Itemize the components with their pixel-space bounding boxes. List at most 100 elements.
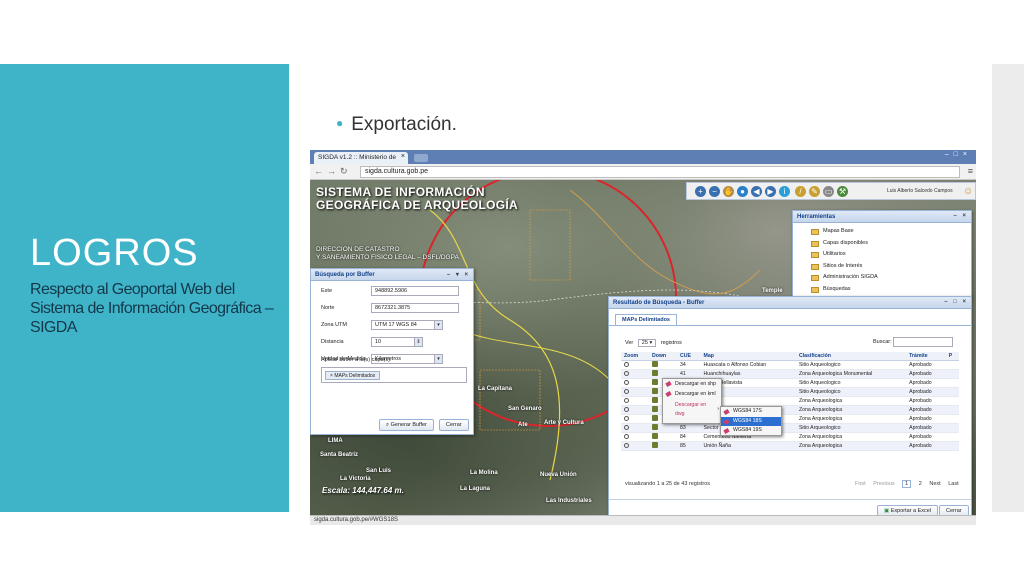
capa-tag[interactable]: × MAPs Delimitados xyxy=(325,371,381,380)
window-controls[interactable]: – □ × xyxy=(944,299,968,305)
pager-page-2[interactable]: 2 xyxy=(919,481,922,487)
user-avatar-icon[interactable]: ☺ xyxy=(963,186,973,197)
measure-icon[interactable]: / xyxy=(795,186,806,197)
pager-first[interactable]: First xyxy=(855,481,866,487)
col-down[interactable]: Down xyxy=(648,352,677,361)
distancia-stepper[interactable]: 10 ⇕ xyxy=(371,337,423,347)
pager-last[interactable]: Last xyxy=(948,481,958,487)
download-icon[interactable] xyxy=(651,424,658,430)
page-size-select[interactable]: 25 ▾ xyxy=(637,339,657,347)
slide-title: LOGROS xyxy=(30,232,199,274)
close-tab-icon[interactable]: × xyxy=(401,153,405,160)
zoom-icon[interactable] xyxy=(624,406,629,412)
chevron-down-icon[interactable]: ▾ xyxy=(434,321,442,329)
zoom-in-icon[interactable]: + xyxy=(695,186,706,197)
down-cell[interactable] xyxy=(648,441,677,451)
print-icon[interactable]: ▭ xyxy=(823,186,834,197)
table-row[interactable]: 83 Sector VI-B Sitio Arqueologico Aprobado xyxy=(621,423,959,433)
pan-hand-icon[interactable]: ✋ xyxy=(723,186,734,197)
back-icon[interactable]: ◀ xyxy=(751,186,762,197)
submenu-wgs84-17s[interactable]: WGS84 17S xyxy=(721,407,781,417)
zoom-cell[interactable] xyxy=(621,432,649,442)
zoom-icon[interactable] xyxy=(624,424,629,430)
pager-next[interactable]: Next xyxy=(929,481,940,487)
generar-buffer-button[interactable]: ⌕ Generar Buffer xyxy=(379,419,434,431)
cerrar-buffer-button[interactable]: Cerrar xyxy=(439,419,469,431)
map-toolbar: + − ✋ ● ◀ ▶ i / ✎ ▭ ⚒ Luis Alberto Salce… xyxy=(686,182,976,200)
zoom-icon[interactable] xyxy=(624,370,629,376)
nav-buttons[interactable]: ←→↻ xyxy=(314,166,352,177)
browser-menu-icon[interactable]: ≡ xyxy=(968,166,973,176)
down-cell[interactable] xyxy=(648,432,677,442)
zoom-cell[interactable] xyxy=(621,405,649,415)
menu-item-dwg[interactable]: Descargar en dwg › xyxy=(663,399,719,419)
zoom-cell[interactable] xyxy=(621,369,649,379)
tree-item-utilitarios[interactable]: Utilitarios xyxy=(793,249,971,261)
col-map[interactable]: Map xyxy=(700,352,796,361)
chevron-down-icon[interactable]: ▾ xyxy=(434,355,442,363)
tree-item-admin[interactable]: Administración SIGDA xyxy=(793,272,971,284)
tree-item-capas[interactable]: Capas disponibles xyxy=(793,238,971,250)
col-zoom[interactable]: Zoom xyxy=(621,352,649,361)
zoom-cell[interactable] xyxy=(621,396,649,406)
tree-item-busquedas[interactable]: Búsquedas xyxy=(793,284,971,296)
zoom-icon[interactable] xyxy=(624,388,629,394)
tree-item-sitios[interactable]: Sitios de Interés xyxy=(793,261,971,273)
submenu-wgs84-18s[interactable]: WGS84 18S xyxy=(721,416,781,426)
download-icon[interactable] xyxy=(651,433,658,439)
col-cue[interactable]: CUE xyxy=(676,352,701,361)
zoom-cell[interactable] xyxy=(621,378,649,388)
down-cell[interactable] xyxy=(648,423,677,433)
menu-item-shp[interactable]: Descargar en shp xyxy=(663,379,721,389)
download-icon[interactable] xyxy=(651,361,658,367)
zoom-icon[interactable] xyxy=(624,415,629,421)
pager-page-1[interactable]: 1 xyxy=(902,480,912,488)
window-controls[interactable]: – × xyxy=(953,213,968,219)
stepper-icon[interactable]: ⇕ xyxy=(414,338,422,346)
zoom-cell[interactable] xyxy=(621,441,649,451)
download-icon[interactable] xyxy=(651,442,658,448)
zoom-icon[interactable] xyxy=(624,361,629,367)
download-icon[interactable] xyxy=(651,406,658,412)
submenu-wgs84-19s[interactable]: WGS84 19S xyxy=(721,426,781,436)
browser-tab[interactable]: SIGDA v1.2 :: Ministerio de × xyxy=(314,152,408,164)
pager-previous[interactable]: Previous xyxy=(873,481,894,487)
info-icon[interactable]: i xyxy=(779,186,790,197)
zoom-cell[interactable] xyxy=(621,423,649,433)
draw-icon[interactable]: ✎ xyxy=(809,186,820,197)
col-clasificacion[interactable]: Clasificación xyxy=(795,352,907,361)
menu-item-kml[interactable]: Descargar en kml xyxy=(663,389,721,399)
este-input[interactable]: 948892.5906 xyxy=(371,286,459,296)
zoom-cell[interactable] xyxy=(621,414,649,424)
download-icon[interactable] xyxy=(651,415,658,421)
down-cell[interactable] xyxy=(648,360,677,370)
col-p[interactable]: P xyxy=(945,352,959,361)
tree-item-mapas-base[interactable]: Mapas Base xyxy=(793,226,971,238)
window-controls[interactable]: –□× xyxy=(945,151,972,158)
zoom-icon[interactable] xyxy=(624,379,629,385)
download-icon[interactable] xyxy=(651,379,658,385)
col-tramite[interactable]: Trámite xyxy=(906,352,946,361)
capas-field[interactable]: × MAPs Delimitados xyxy=(321,367,467,383)
tools-icon[interactable]: ⚒ xyxy=(837,186,848,197)
window-controls[interactable]: – ▾ × xyxy=(447,271,470,278)
table-row[interactable]: 85 Unión Ñaña Zona Arqueologica Aprobado xyxy=(621,441,959,451)
table-row[interactable]: 84 Cementerio Nievería Zona Arqueologica Ap… xyxy=(621,432,959,442)
norte-input[interactable]: 8672321.3875 xyxy=(371,303,459,313)
download-icon[interactable] xyxy=(651,397,658,403)
download-icon[interactable] xyxy=(651,370,658,376)
download-icon[interactable] xyxy=(651,388,658,394)
forward-icon[interactable]: ▶ xyxy=(765,186,776,197)
buscar-input[interactable] xyxy=(893,337,953,347)
url-input[interactable]: sigda.cultura.gob.pe xyxy=(360,166,960,178)
new-tab-button[interactable] xyxy=(414,154,428,162)
zoom-icon[interactable] xyxy=(624,397,629,403)
zoom-cell[interactable] xyxy=(621,360,649,370)
zoom-icon[interactable] xyxy=(624,442,629,448)
table-row[interactable]: 34 Huascata o Alfonso Cobian Sitio Arqueol… xyxy=(621,360,959,370)
zona-select[interactable]: UTM 17 WGS 84 ▾ xyxy=(371,320,443,330)
zoom-out-icon[interactable]: − xyxy=(709,186,720,197)
zoom-cell[interactable] xyxy=(621,387,649,397)
zoom-icon[interactable] xyxy=(624,433,629,439)
globe-icon[interactable]: ● xyxy=(737,186,748,197)
